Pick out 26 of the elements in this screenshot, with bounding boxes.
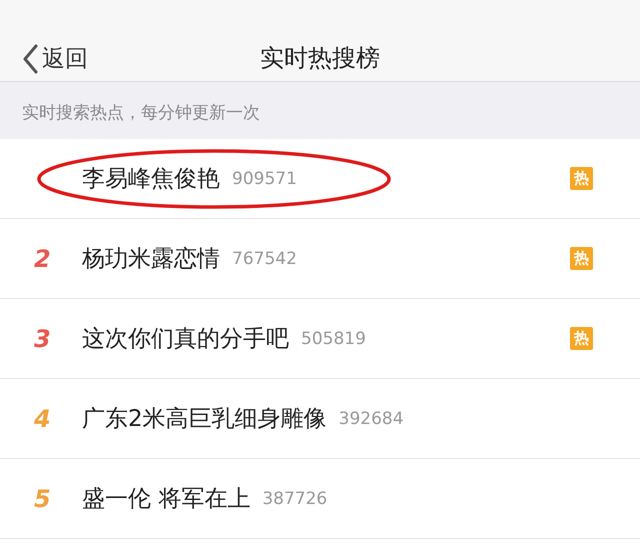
page-title: 实时热搜榜: [260, 43, 380, 74]
rank-number: 5: [33, 484, 52, 512]
section-hint: 实时搜索热点，每分钟更新一次: [22, 102, 260, 124]
search-count: 387726: [262, 488, 328, 508]
hot-badge: 热: [570, 247, 593, 270]
topic-text: 这次你们真的分手吧: [82, 325, 289, 354]
search-count: 392684: [338, 408, 404, 428]
back-button[interactable]: 返回: [20, 41, 90, 76]
rank-number: 3: [33, 324, 52, 352]
topic-text: 盛一伦 将军在上: [82, 485, 250, 514]
hot-search-row[interactable]: 4 广东2米高巨乳细身雕像 392684: [0, 379, 640, 459]
topic-text: 李易峰焦俊艳: [82, 165, 220, 194]
rank-number: 2: [33, 244, 52, 272]
search-count: 767542: [232, 248, 297, 268]
hot-search-row[interactable]: 5 盛一伦 将军在上 387726: [0, 459, 640, 539]
hot-badge: 热: [570, 327, 593, 350]
hot-search-row[interactable]: 李易峰焦俊艳 909571 热: [0, 139, 640, 219]
search-count: 909571: [232, 168, 297, 188]
hot-badge: 热: [570, 167, 593, 190]
search-count: 505819: [301, 328, 366, 348]
topic-text: 广东2米高巨乳细身雕像: [82, 405, 327, 434]
hot-search-row[interactable]: 3 这次你们真的分手吧 505819 热: [0, 299, 640, 379]
back-icon: [22, 44, 38, 74]
rank-number: 4: [33, 404, 52, 432]
topic-text: 杨玏米露恋情: [82, 245, 220, 274]
hot-search-row[interactable]: 2 杨玏米露恋情 767542 热: [0, 219, 640, 299]
